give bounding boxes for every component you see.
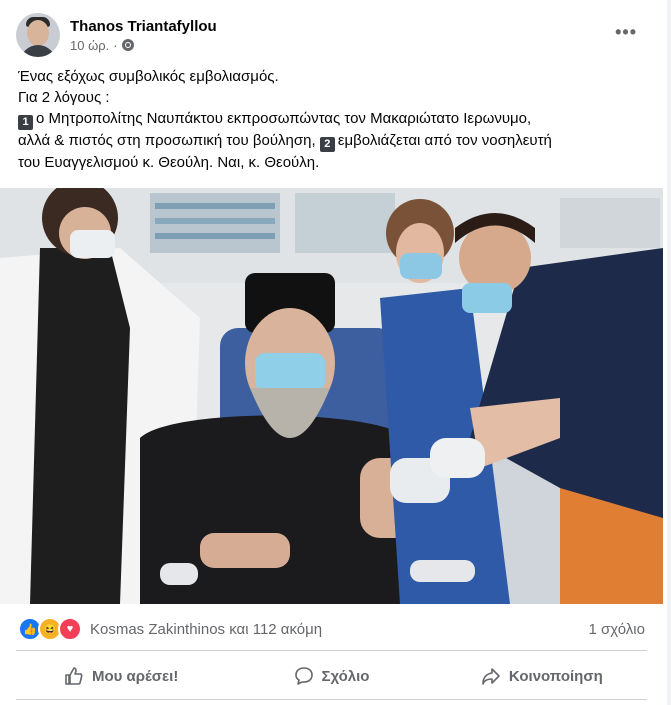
separator-dot: · (113, 37, 118, 53)
like-button[interactable]: Μου αρέσει! (16, 656, 226, 696)
post-line-5: του Ευαγγελισμού κ. Θεούλη. Ναι, κ. Θεού… (18, 154, 320, 171)
comment-count[interactable]: 1 σχόλιο (589, 621, 645, 638)
keycap-2-icon: 2 (319, 137, 335, 152)
comment-button[interactable]: Σχόλιο (226, 656, 436, 696)
post-line-2: Για 2 λόγους : (18, 89, 110, 106)
author-name[interactable]: Thanos Triantafyllou (70, 18, 217, 35)
share-button[interactable]: Κοινοποίηση (437, 656, 647, 696)
share-label: Κοινοποίηση (508, 667, 603, 685)
vaccination-photo (0, 188, 663, 604)
comment-icon (294, 667, 313, 685)
action-bar: Μου αρέσει! Σχόλιο Κοινοποίηση (16, 656, 647, 696)
post-line-4a: αλλά & πιστός στη προσωπική του βούληση, (18, 132, 320, 149)
thumbs-up-icon (65, 667, 83, 685)
globe-icon[interactable] (121, 39, 134, 51)
post-line-4b: εμβολιάζεται από τον νοσηλευτή (337, 132, 552, 149)
share-arrow-icon (482, 668, 500, 685)
divider-bottom (16, 699, 647, 700)
post-header: Thanos Triantafyllou 10 ώρ. · (16, 12, 217, 58)
post-time[interactable]: 10 ώρ. (70, 38, 109, 53)
more-options-button[interactable]: ••• (615, 22, 637, 43)
reactions-bar: 👍 😆 ♥ Kosmas Zakinthinos και 112 ακόμη 1… (18, 614, 645, 644)
post-line-1: Ένας εξόχως συμβολικός εμβολιασμός. (18, 68, 279, 85)
post-photo[interactable] (0, 188, 663, 604)
like-label: Μου αρέσει! (91, 667, 179, 685)
keycap-1-icon: 1 (18, 115, 33, 130)
post-line-3: ο Μητροπολίτης Ναυπάκτου εκπροσωπώντας τ… (36, 110, 532, 127)
comment-label: Σχόλιο (321, 667, 370, 685)
post-text: Ένας εξόχως συμβολικός εμβολιασμός. Για … (18, 66, 648, 173)
scrollbar[interactable] (667, 0, 671, 705)
love-icon[interactable]: ♥ (58, 617, 82, 641)
post-card: Thanos Triantafyllou 10 ώρ. · ••• Ένας ε… (0, 0, 668, 705)
divider (16, 650, 647, 651)
author-avatar[interactable] (16, 13, 60, 57)
reaction-summary[interactable]: Kosmas Zakinthinos και 112 ακόμη (90, 621, 322, 638)
